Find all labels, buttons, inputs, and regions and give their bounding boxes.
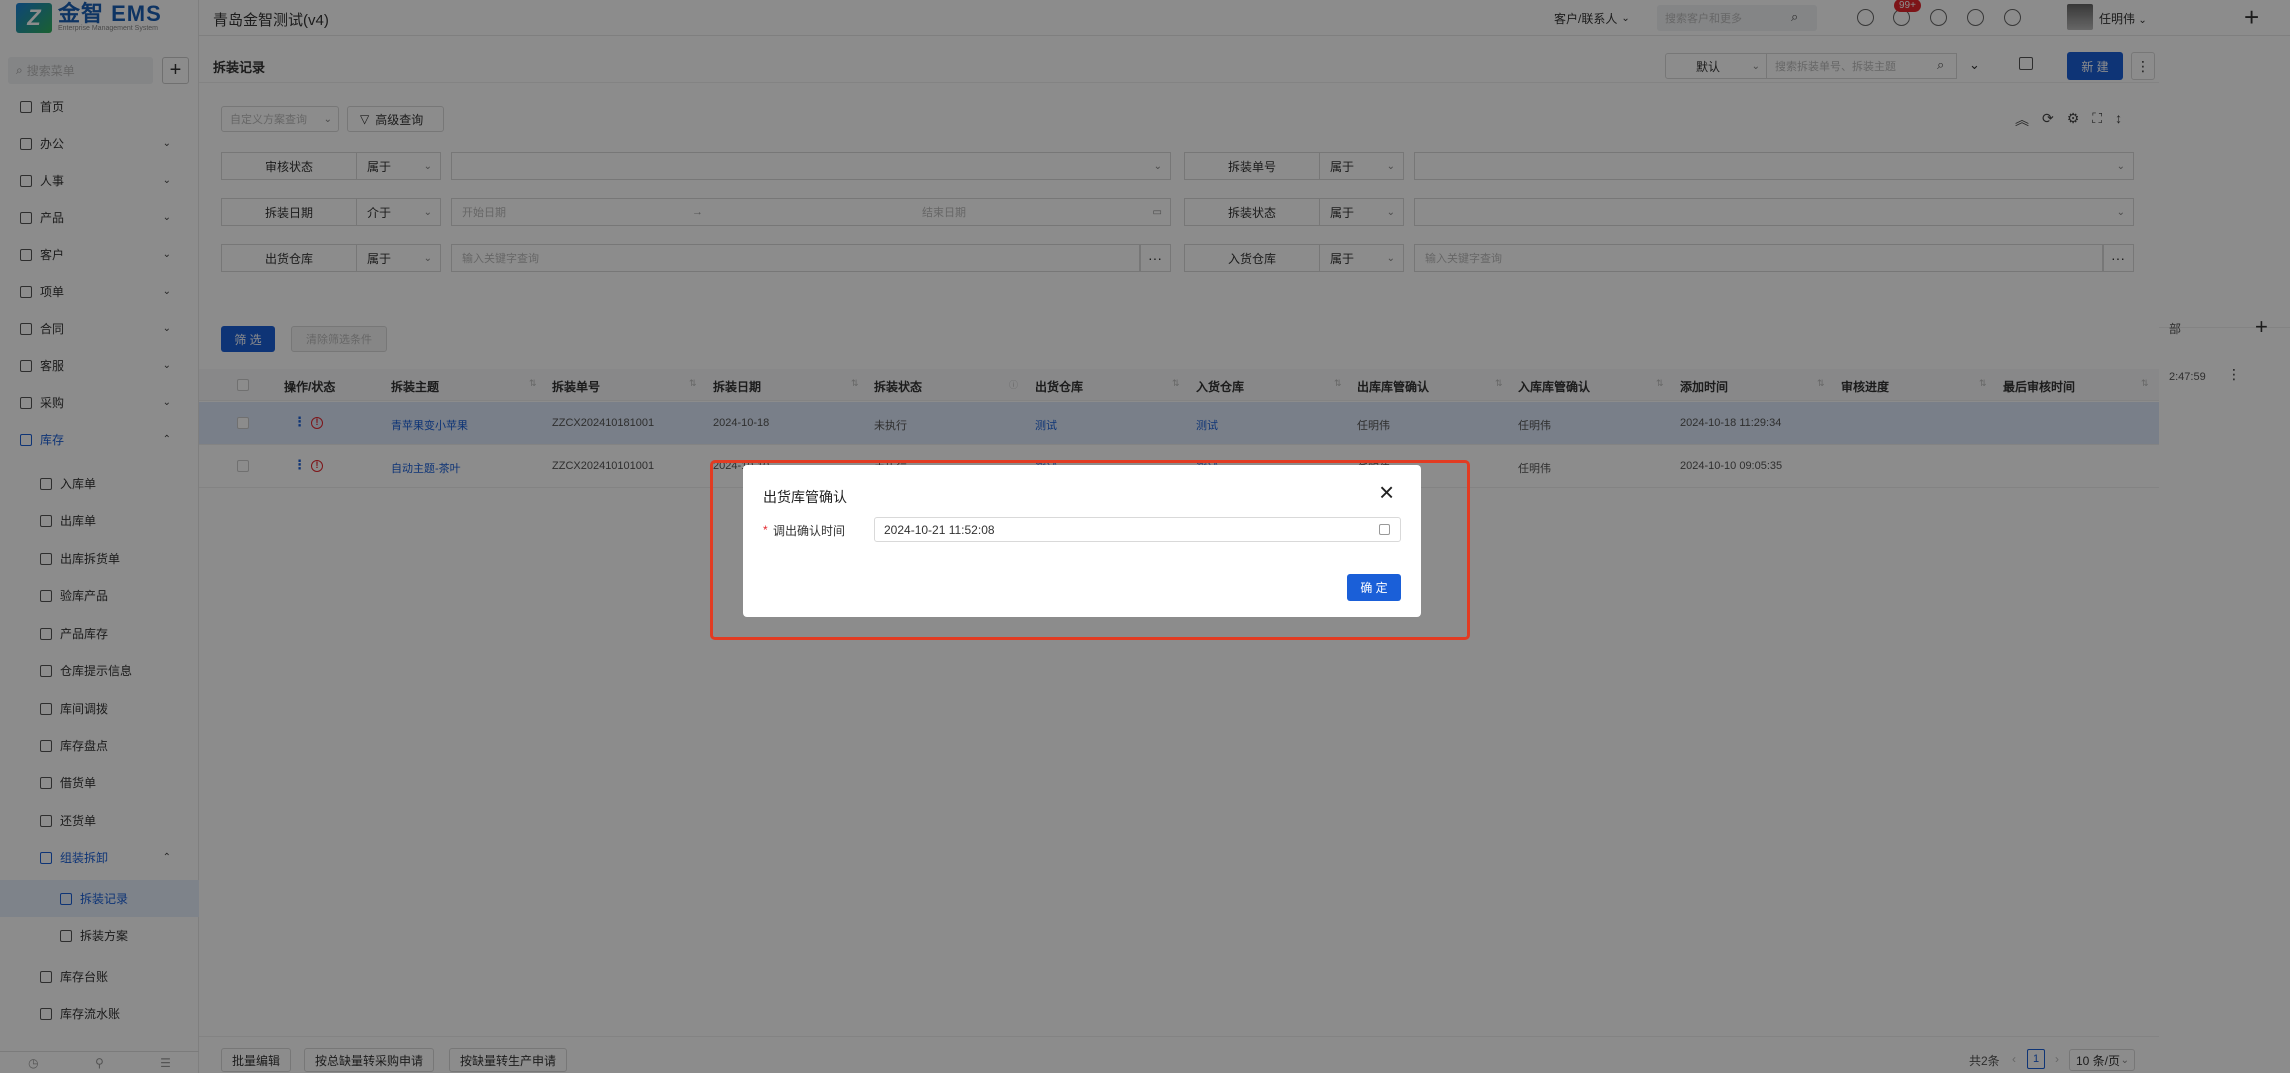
required-mark: *	[763, 523, 768, 537]
confirm-time-input[interactable]: 2024-10-21 11:52:08	[874, 517, 1401, 542]
calendar-icon[interactable]	[1379, 524, 1390, 535]
dialog-title: 出货库管确认	[763, 489, 847, 505]
close-icon[interactable]: ×	[1379, 479, 1394, 505]
outbound-keeper-confirm-dialog: 出货库管确认 × * 调出确认时间 2024-10-21 11:52:08 确 …	[743, 465, 1421, 617]
confirm-button[interactable]: 确 定	[1347, 574, 1401, 601]
confirm-time-label: 调出确认时间	[773, 524, 846, 538]
